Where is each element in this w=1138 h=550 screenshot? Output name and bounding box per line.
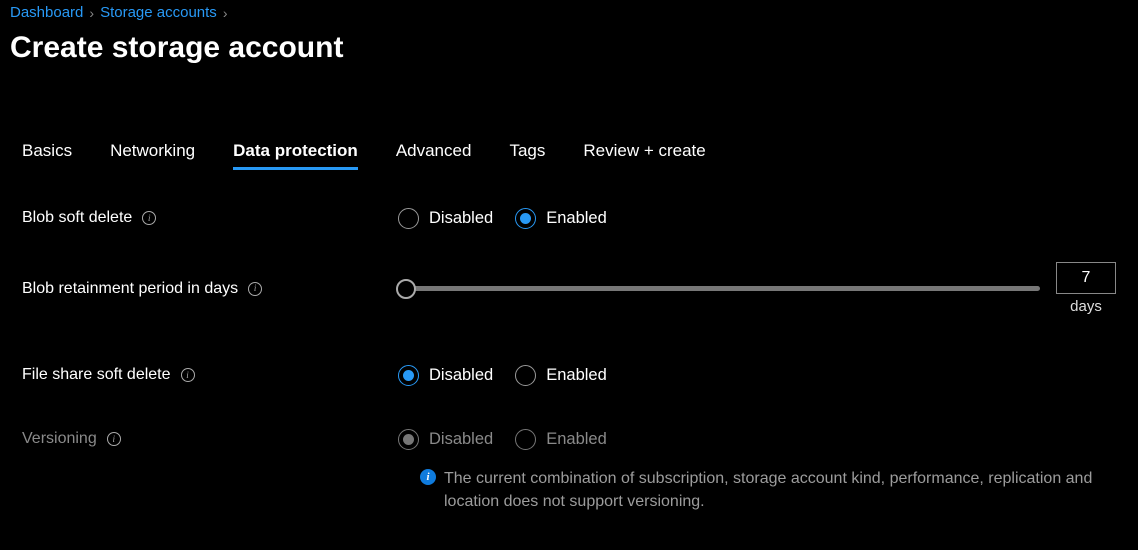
- label-file-share-soft-delete: File share soft delete: [22, 366, 171, 384]
- breadcrumb-link-dashboard[interactable]: Dashboard: [10, 4, 83, 21]
- radio-circle-icon: [398, 208, 419, 229]
- row-file-share-soft-delete: File share soft delete i Disabled Enable…: [22, 355, 1116, 395]
- chevron-right-icon: ›: [89, 5, 94, 21]
- slider-blob-retainment[interactable]: 7 days: [398, 262, 1116, 315]
- input-blob-retainment-value[interactable]: 7: [1056, 262, 1116, 294]
- tab-data-protection[interactable]: Data protection: [233, 141, 358, 170]
- tabs: Basics Networking Data protection Advanc…: [0, 65, 1138, 170]
- radio-label: Enabled: [546, 430, 607, 449]
- label-blob-soft-delete: Blob soft delete: [22, 209, 132, 227]
- info-icon[interactable]: i: [107, 432, 121, 446]
- radio-blob-soft-delete-disabled[interactable]: Disabled: [398, 208, 493, 229]
- radio-versioning-disabled: Disabled: [398, 429, 493, 450]
- row-blob-retainment: Blob retainment period in days i 7 days: [22, 262, 1116, 315]
- radio-blob-soft-delete-enabled[interactable]: Enabled: [515, 208, 607, 229]
- info-message-text: The current combination of subscription,…: [444, 467, 1116, 513]
- form-area: Blob soft delete i Disabled Enabled Blob…: [0, 170, 1138, 513]
- info-icon[interactable]: i: [181, 368, 195, 382]
- tab-basics[interactable]: Basics: [22, 141, 72, 170]
- row-versioning: Versioning i Disabled Enabled: [22, 419, 1116, 459]
- info-badge-icon: i: [420, 469, 436, 485]
- row-blob-soft-delete: Blob soft delete i Disabled Enabled: [22, 198, 1116, 238]
- page-title: Create storage account: [0, 21, 1138, 65]
- info-message: i The current combination of subscriptio…: [22, 467, 1116, 513]
- radio-circle-icon: [515, 429, 536, 450]
- radio-label: Disabled: [429, 430, 493, 449]
- label-versioning: Versioning: [22, 430, 97, 448]
- radio-circle-icon: [515, 208, 536, 229]
- label-unit-days: days: [1070, 298, 1102, 315]
- breadcrumb-link-storage-accounts[interactable]: Storage accounts: [100, 4, 217, 21]
- radio-label: Enabled: [546, 209, 607, 228]
- radio-label: Enabled: [546, 366, 607, 385]
- slider-track[interactable]: [398, 286, 1040, 291]
- radio-circle-icon: [515, 365, 536, 386]
- info-icon[interactable]: i: [248, 282, 262, 296]
- tab-advanced[interactable]: Advanced: [396, 141, 472, 170]
- radio-circle-icon: [398, 365, 419, 386]
- radio-file-share-soft-delete-enabled[interactable]: Enabled: [515, 365, 607, 386]
- tab-tags[interactable]: Tags: [509, 141, 545, 170]
- radio-versioning-enabled: Enabled: [515, 429, 607, 450]
- radio-label: Disabled: [429, 366, 493, 385]
- radio-circle-icon: [398, 429, 419, 450]
- breadcrumb: Dashboard › Storage accounts ›: [0, 0, 1138, 21]
- info-icon[interactable]: i: [142, 211, 156, 225]
- chevron-right-icon: ›: [223, 5, 228, 21]
- slider-thumb[interactable]: [396, 279, 416, 299]
- label-blob-retainment: Blob retainment period in days: [22, 280, 238, 298]
- tab-networking[interactable]: Networking: [110, 141, 195, 170]
- tab-review-create[interactable]: Review + create: [583, 141, 705, 170]
- radio-label: Disabled: [429, 209, 493, 228]
- radio-file-share-soft-delete-disabled[interactable]: Disabled: [398, 365, 493, 386]
